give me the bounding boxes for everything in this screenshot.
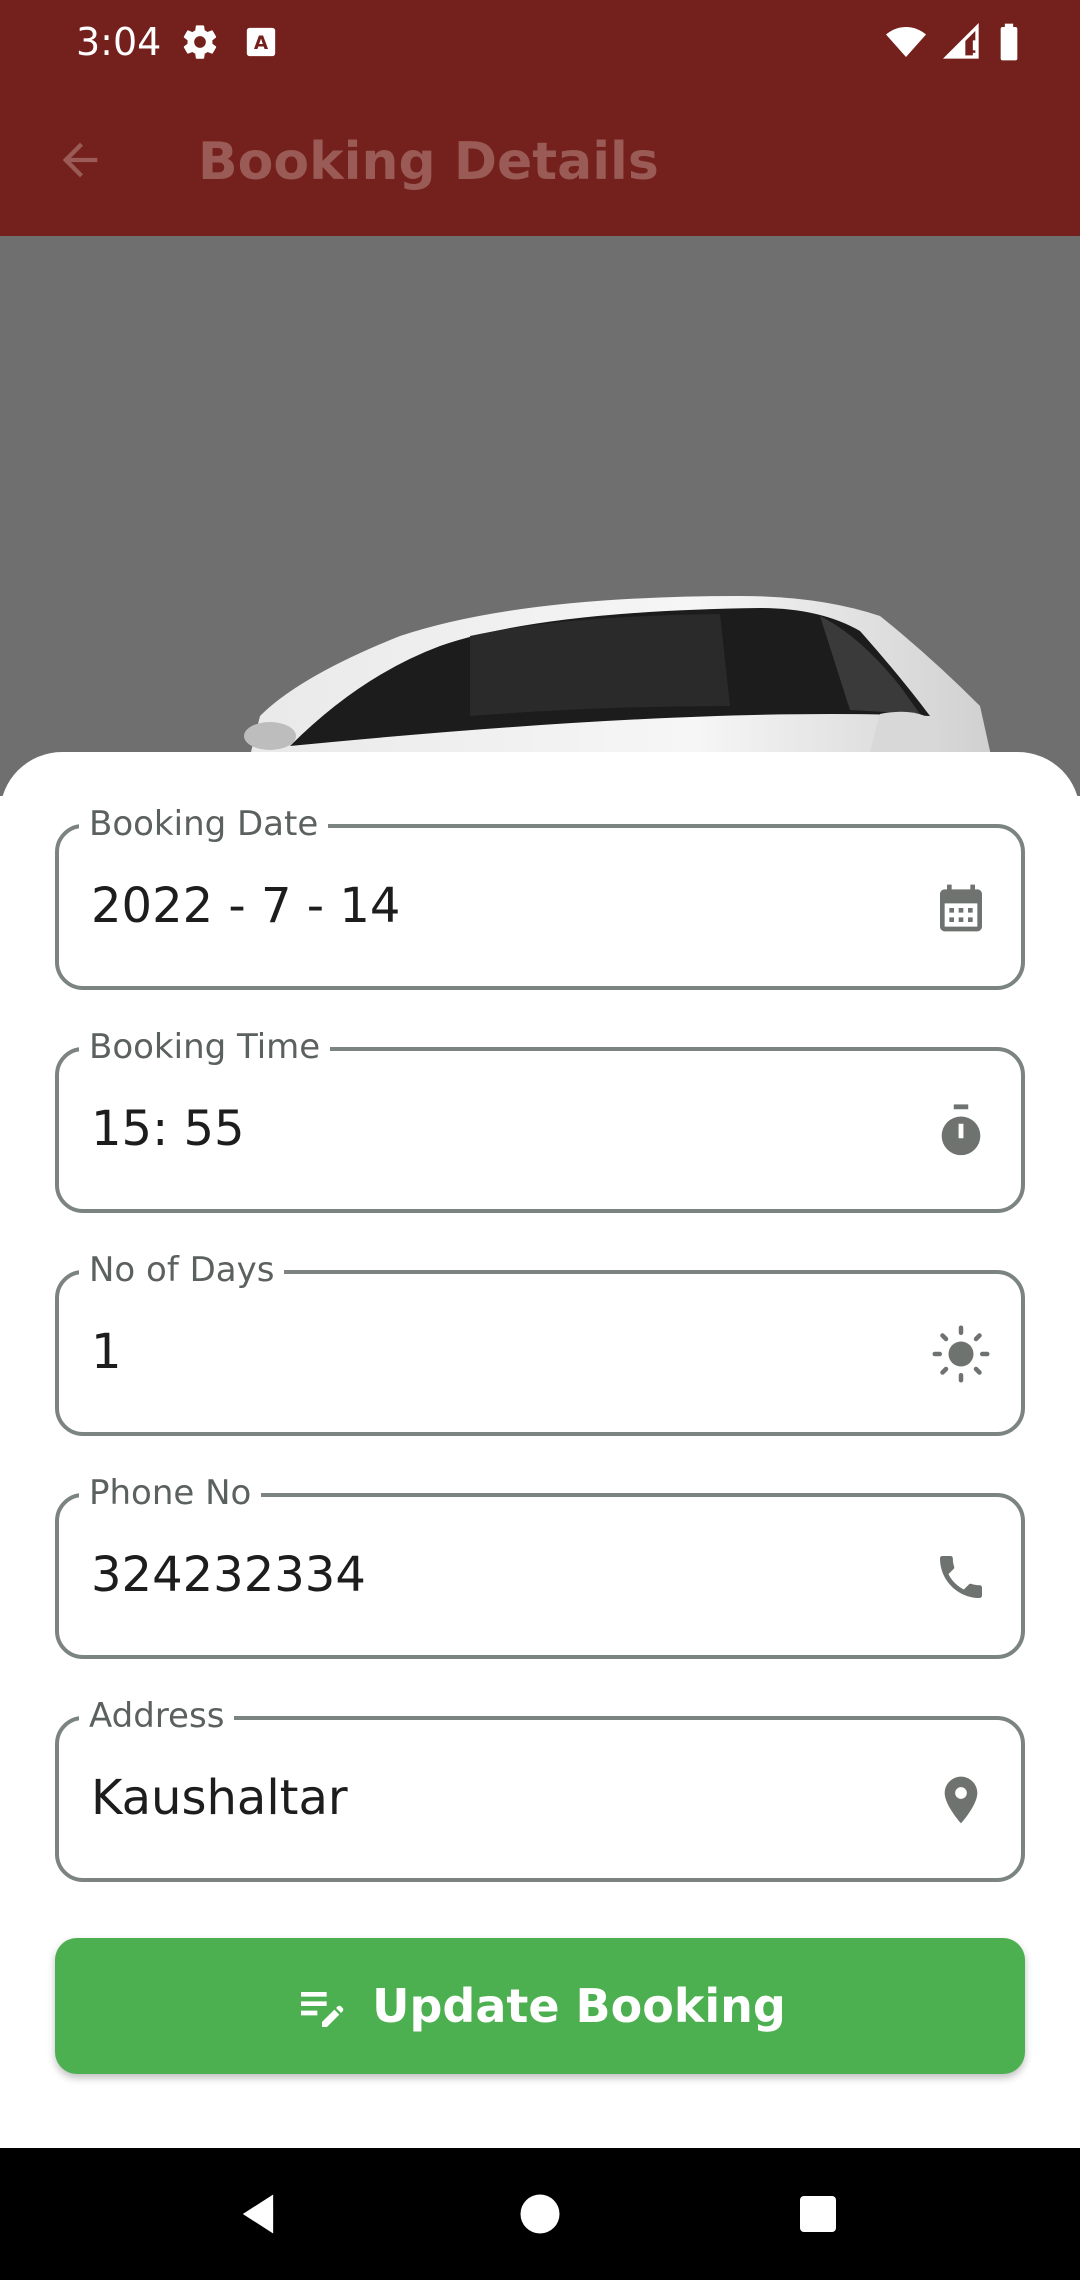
calendar-icon[interactable] — [931, 878, 991, 938]
car-image — [0, 236, 1080, 796]
update-booking-label: Update Booking — [372, 1979, 786, 2033]
location-pin-icon[interactable] — [931, 1770, 991, 1830]
field-label: Address — [79, 1690, 235, 1742]
signal-icon — [942, 22, 979, 59]
phone-no-field[interactable]: Phone No 324232334 — [55, 1467, 1025, 1659]
edit-note-icon — [301, 1992, 344, 2027]
field-value: 15: 55 — [91, 1101, 245, 1157]
page-title: Booking Details — [198, 132, 659, 192]
status-bar: 3:04 A — [0, 0, 1080, 84]
status-right-icons — [884, 22, 1022, 62]
no-of-days-field[interactable]: No of Days 1 — [55, 1244, 1025, 1436]
field-label: Booking Time — [79, 1021, 331, 1073]
home-circle-icon[interactable] — [504, 2178, 576, 2250]
arrow-left-icon — [62, 142, 98, 178]
sun-icon[interactable] — [931, 1324, 991, 1384]
timer-icon[interactable] — [931, 1101, 991, 1161]
booking-time-field[interactable]: Booking Time 15: 55 — [55, 1021, 1025, 1213]
back-button[interactable] — [40, 120, 120, 200]
app-bar: Booking Details — [0, 84, 1080, 236]
field-value: 324232334 — [91, 1547, 366, 1603]
battery-icon — [1000, 23, 1018, 61]
field-value: Kaushaltar — [91, 1770, 348, 1826]
status-time: 3:04 — [76, 20, 162, 64]
gear-icon — [183, 25, 217, 59]
booking-date-field[interactable]: Booking Date 2022 - 7 - 14 — [55, 798, 1025, 990]
status-left-icons: A — [180, 22, 278, 62]
phone-icon[interactable] — [931, 1547, 991, 1607]
recents-square-icon[interactable] — [782, 2178, 854, 2250]
wifi-icon — [886, 27, 926, 57]
keyboard-icon: A — [246, 27, 276, 57]
back-triangle-icon[interactable] — [222, 2178, 294, 2250]
address-field[interactable]: Address Kaushaltar — [55, 1690, 1025, 1882]
field-label: Phone No — [79, 1467, 262, 1519]
system-nav-bar — [0, 2148, 1080, 2280]
field-label: Booking Date — [79, 798, 329, 850]
field-label: No of Days — [79, 1244, 285, 1296]
field-value: 1 — [91, 1324, 122, 1380]
svg-text:A: A — [254, 33, 269, 54]
field-value: 2022 - 7 - 14 — [91, 878, 401, 934]
update-booking-button[interactable]: Update Booking — [55, 1938, 1025, 2074]
